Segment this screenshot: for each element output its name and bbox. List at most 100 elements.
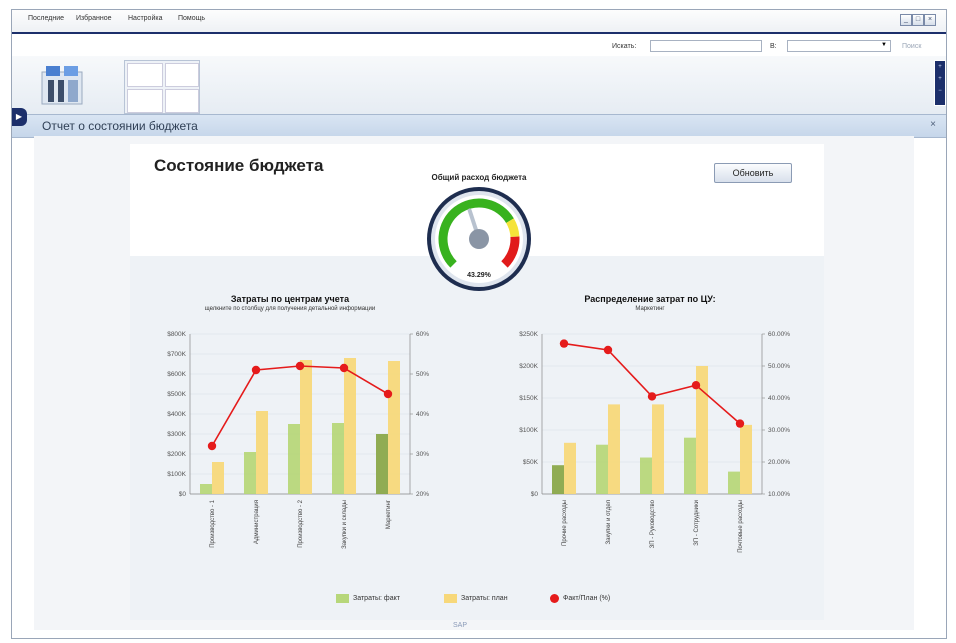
bar-fact bbox=[244, 452, 256, 494]
search-button[interactable]: Поиск bbox=[902, 43, 921, 50]
bar-fact bbox=[332, 423, 344, 494]
search-bar: Искать: В: ▼ Поиск bbox=[12, 34, 946, 56]
search-input[interactable] bbox=[650, 40, 762, 52]
legend-plan-swatch bbox=[444, 594, 457, 603]
zoom-reset-icon[interactable]: + bbox=[935, 73, 945, 85]
zoom-strip: + + − bbox=[934, 60, 946, 106]
y-tick-label-left: $600K bbox=[167, 371, 186, 378]
legend-fact-swatch bbox=[336, 594, 349, 603]
bar-fact bbox=[288, 424, 300, 494]
x-tick-label: Прочие расходы bbox=[562, 500, 568, 546]
budget-gauge: 43.29% bbox=[427, 187, 531, 291]
gauge-title: Общий расход бюджета bbox=[431, 173, 527, 182]
panel-header: Отчет о состоянии бюджета × bbox=[12, 114, 946, 138]
zoom-out-icon[interactable]: − bbox=[935, 85, 945, 97]
bar-fact bbox=[596, 444, 608, 494]
y-tick-label-left: $0 bbox=[179, 491, 187, 498]
y-tick-label-left: $200K bbox=[167, 451, 186, 458]
maximize-icon[interactable]: □ bbox=[912, 14, 924, 26]
app-window: Последние Избранное Настройка Помощь _ □… bbox=[11, 9, 947, 639]
panel-title: Отчет о состоянии бюджета bbox=[42, 119, 198, 133]
y-tick-label-left: $100K bbox=[167, 471, 186, 478]
y-tick-label-right: 60.00% bbox=[768, 331, 790, 338]
bar-fact bbox=[200, 484, 212, 494]
y-tick-label-left: $150K bbox=[519, 395, 538, 402]
thumb-chart-3 bbox=[127, 89, 163, 113]
bar-plan bbox=[740, 424, 752, 494]
legend-fact: Затраты: факт bbox=[336, 594, 400, 603]
legend-ratio: Факт/План (%) bbox=[550, 594, 610, 603]
menu-help[interactable]: Помощь bbox=[178, 15, 205, 22]
chart-marketing-distribution[interactable]: $0 $50K $100K $150K $200K $250K 10.00% 20.00% 30… bbox=[492, 314, 822, 564]
y-tick-label-right: 40% bbox=[416, 411, 429, 418]
legend-plan: Затраты: план bbox=[444, 594, 508, 603]
y-tick-label-left: $250K bbox=[519, 331, 538, 338]
y-tick-label-left: $400K bbox=[167, 411, 186, 418]
legend-ratio-label: Факт/План (%) bbox=[563, 595, 611, 602]
y-tick-label-right: 30% bbox=[416, 451, 429, 458]
legend-ratio-marker bbox=[550, 594, 559, 603]
ratio-point bbox=[735, 419, 745, 428]
chevron-down-icon: ▼ bbox=[881, 42, 887, 48]
y-tick-label-right: 20% bbox=[416, 491, 429, 498]
refresh-button[interactable]: Обновить bbox=[714, 163, 792, 183]
bar-plan bbox=[344, 358, 356, 494]
dashboard-title: Состояние бюджета bbox=[154, 156, 324, 175]
bar-fact bbox=[376, 434, 388, 494]
sap-logo: SAP bbox=[453, 622, 468, 629]
ribbon: + + − bbox=[12, 56, 946, 114]
dashboard-thumbnail[interactable] bbox=[124, 60, 200, 114]
ratio-point bbox=[295, 361, 305, 371]
building-icon[interactable] bbox=[36, 62, 88, 108]
menu-bar: Последние Избранное Настройка Помощь _ □… bbox=[12, 10, 946, 33]
close-window-icon[interactable]: × bbox=[924, 14, 936, 26]
gauge-yellow-arc bbox=[505, 218, 520, 238]
y-tick-label-left: $700K bbox=[167, 351, 186, 358]
gauge-hub bbox=[469, 229, 489, 249]
scope-select[interactable]: ▼ bbox=[787, 40, 891, 52]
bar-plan bbox=[388, 361, 400, 494]
bar-fact bbox=[552, 465, 564, 494]
menu-settings[interactable]: Настройка bbox=[128, 15, 162, 22]
y-tick-label-right: 20.00% bbox=[768, 459, 790, 466]
ratio-point bbox=[207, 441, 217, 451]
legend-fact-label: Затраты: факт bbox=[353, 595, 400, 602]
bar-fact bbox=[640, 457, 652, 494]
x-tick-label: Закупки и отдел bbox=[606, 500, 612, 545]
menu-recent[interactable]: Последние bbox=[28, 15, 64, 22]
close-icon[interactable]: × bbox=[930, 119, 936, 130]
chart2-title: Распределение затрат по ЦУ: bbox=[584, 294, 716, 304]
y-tick-label-left: $100K bbox=[519, 427, 538, 434]
bar-plan bbox=[608, 404, 620, 494]
y-tick-label-left: $500K bbox=[167, 391, 186, 398]
y-tick-label-right: 10.00% bbox=[768, 491, 790, 498]
y-tick-label-left: $50K bbox=[523, 459, 539, 466]
expand-panel-icon[interactable]: ▶ bbox=[12, 108, 27, 126]
ratio-point bbox=[647, 392, 657, 401]
y-tick-label-right: 50% bbox=[416, 371, 429, 378]
minimize-icon[interactable]: _ bbox=[900, 14, 912, 26]
legend-plan-label: Затраты: план bbox=[461, 595, 508, 602]
bar-plan bbox=[652, 404, 664, 494]
chart1-subtitle: щелкните по столбцу для получения деталь… bbox=[204, 306, 376, 312]
y-tick-label-left: $0 bbox=[531, 491, 539, 498]
chart1-title: Затраты по центрам учета bbox=[230, 294, 350, 304]
y-tick-label-right: 50.00% bbox=[768, 363, 790, 370]
search-label: Искать: bbox=[612, 43, 637, 50]
menu-favorites[interactable]: Избранное bbox=[76, 15, 111, 22]
x-tick-label: ЗП - Сотрудники bbox=[694, 500, 700, 546]
thumb-chart-4 bbox=[165, 89, 199, 113]
ratio-point bbox=[559, 339, 569, 348]
bar-plan bbox=[564, 442, 576, 494]
x-tick-label: Маркетинг bbox=[386, 499, 392, 529]
chart2-subtitle: Маркетинг bbox=[635, 306, 665, 312]
thumb-chart-2 bbox=[165, 63, 199, 87]
bar-plan bbox=[300, 360, 312, 494]
bar-fact bbox=[684, 437, 696, 494]
zoom-in-icon[interactable]: + bbox=[935, 61, 945, 73]
x-tick-label: Закупки и склады bbox=[342, 500, 348, 549]
ratio-point bbox=[691, 381, 701, 390]
dashboard: Состояние бюджета Обновить Общий расход … bbox=[130, 144, 824, 620]
y-tick-label-right: 30.00% bbox=[768, 427, 790, 434]
chart-cost-centers[interactable]: $0 $100K $200K $300K $400K $500K $600K $700K $80… bbox=[140, 314, 470, 564]
